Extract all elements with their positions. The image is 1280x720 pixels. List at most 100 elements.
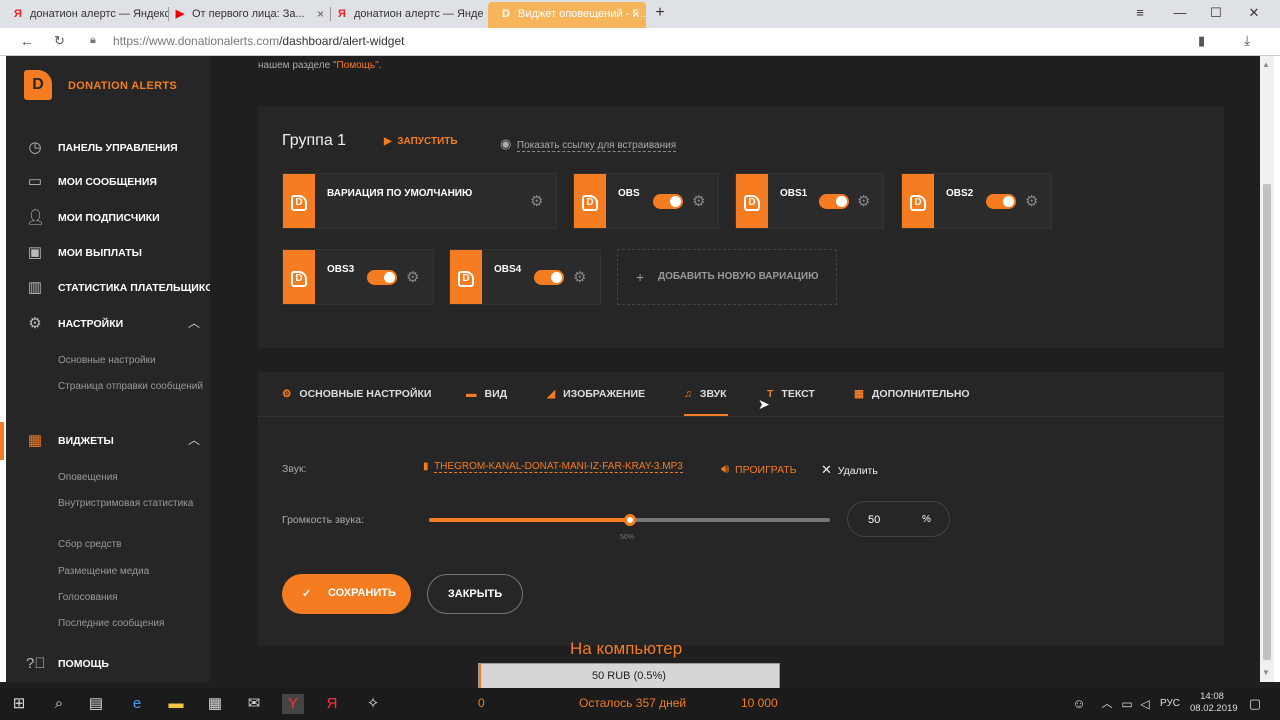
- film-icon: ▬: [466, 388, 477, 400]
- mail-icon[interactable]: ✉: [243, 694, 265, 714]
- search-icon[interactable]: ⌕: [48, 694, 70, 714]
- tab-image[interactable]: ◢ ИЗОБРАЖЕНИЕ: [547, 388, 645, 400]
- browser-tab[interactable]: Я донатион алертс — Яндекс: [0, 2, 168, 28]
- close-window-icon[interactable]: ✕: [1236, 0, 1272, 26]
- sidebar-subitem[interactable]: Основные настройки: [58, 353, 208, 368]
- yandex-icon[interactable]: Я: [321, 694, 343, 714]
- store-icon[interactable]: ▦: [204, 694, 226, 714]
- gear-icon[interactable]: ⚙: [692, 192, 705, 210]
- logo-icon: D: [24, 70, 52, 100]
- sidebar-subitem[interactable]: Последние сообщения: [58, 616, 208, 631]
- explorer-icon[interactable]: ▬: [165, 694, 187, 714]
- variation-card[interactable]: D OBS1 ⚙: [735, 173, 884, 229]
- edge-icon[interactable]: e: [126, 694, 148, 714]
- sidebar-item-payouts[interactable]: ▣ МОИ ВЫПЛАТЫ: [6, 240, 210, 266]
- scrollbar-thumb[interactable]: [1263, 184, 1271, 660]
- sidebar-item-help[interactable]: ?⃝ ПОМОЩЬ: [6, 651, 210, 677]
- sound-file-link[interactable]: ▮ THEGROM-KANAL-DONAT-MANI-IZ-FAR-KRAY-3…: [423, 461, 683, 473]
- download-icon[interactable]: ⤓: [1244, 32, 1250, 49]
- variation-card[interactable]: D OBS4 ⚙: [449, 249, 601, 305]
- sidebar-item-subscribers[interactable]: 👤︎ МОИ ПОДПИСЧИКИ: [6, 205, 210, 231]
- eye-icon: ◉: [500, 136, 512, 151]
- back-icon[interactable]: ←: [20, 33, 34, 49]
- sidebar-subitem[interactable]: Голосования: [58, 590, 208, 605]
- url-field[interactable]: https://www.donationalerts.com/dashboard…: [113, 34, 405, 48]
- embed-link-toggle[interactable]: ◉ Показать ссылку для встраивания: [500, 136, 677, 152]
- close-icon[interactable]: ×: [633, 2, 640, 26]
- wallet-icon: ▣: [27, 244, 43, 261]
- variation-card[interactable]: D ВАРИАЦИЯ ПО УМОЛЧАНИЮ ⚙: [282, 173, 557, 229]
- tab-basic-settings[interactable]: ⚙ ОСНОВНЫЕ НАСТРОЙКИ: [282, 388, 431, 400]
- bookmark-icon[interactable]: ▮: [1198, 33, 1205, 49]
- menu-icon[interactable]: ≡: [1122, 0, 1158, 26]
- sidebar-subitem[interactable]: Размещение медиа: [58, 564, 208, 579]
- gear-icon[interactable]: ⚙: [573, 268, 586, 286]
- tab-advanced[interactable]: ▦ ДОПОЛНИТЕЛЬНО: [854, 388, 970, 400]
- add-variation-button[interactable]: + ДОБАВИТЬ НОВУЮ ВАРИАЦИЮ: [617, 249, 837, 305]
- volume-input[interactable]: 50 %: [847, 501, 950, 537]
- browser-tab[interactable]: ▶ От первого лица: За... ×: [162, 2, 330, 28]
- browser-tab-active[interactable]: D Виджет оповещений - Г... ×: [488, 2, 646, 28]
- play-sound-button[interactable]: 🔊︎ ПРОИГРАТЬ: [721, 461, 797, 477]
- variation-badge-icon: D: [902, 174, 934, 228]
- tab-sound[interactable]: ♫ ЗВУК: [684, 388, 727, 400]
- help-link[interactable]: "Помощь": [333, 60, 379, 71]
- variation-toggle[interactable]: [367, 270, 397, 285]
- volume-slider-track[interactable]: [429, 514, 830, 526]
- sidebar: D DONATION ALERTS ◷ ПАНЕЛЬ УПРАВЛЕНИЯ ▭ …: [0, 56, 221, 682]
- tab-view[interactable]: ▬ ВИД: [466, 388, 507, 400]
- app-icon[interactable]: ✧: [362, 694, 384, 714]
- maximize-icon[interactable]: ☐: [1198, 0, 1234, 26]
- close-icon[interactable]: ×: [317, 2, 324, 26]
- volume-label: Громкость звука:: [282, 514, 364, 526]
- task-view-icon[interactable]: ▤: [85, 694, 107, 714]
- grid-icon: ▦: [854, 388, 864, 400]
- sidebar-item-settings[interactable]: ⚙ НАСТРОЙКИ ︿: [6, 311, 210, 337]
- reload-icon[interactable]: ↻: [54, 33, 65, 49]
- sidebar-item-payer-stats[interactable]: ▥ СТАТИСТИКА ПЛАТЕЛЬЩИКОВ: [6, 275, 221, 301]
- save-button[interactable]: ✓ СОХРАНИТЬ: [282, 574, 411, 614]
- new-tab-icon[interactable]: +: [648, 0, 672, 26]
- tab-text[interactable]: T ТЕКСТ: [767, 388, 815, 400]
- minimize-icon[interactable]: —: [1162, 0, 1198, 26]
- variation-card[interactable]: D OBS2 ⚙: [901, 173, 1052, 229]
- close-button[interactable]: ЗАКРЫТЬ: [427, 574, 523, 614]
- speaker-icon: 🔊︎: [721, 461, 730, 476]
- variation-card[interactable]: D OBS3 ⚙: [282, 249, 434, 305]
- sidebar-subitem[interactable]: Внутристримовая статистика: [58, 496, 208, 511]
- volume-slider-fill: [429, 518, 630, 522]
- youtube-icon: ▶: [175, 8, 185, 20]
- gear-icon[interactable]: ⚙: [857, 192, 870, 210]
- variation-card[interactable]: D OBS ⚙: [573, 173, 719, 229]
- help-icon: ?⃝: [26, 655, 46, 672]
- clock[interactable]: 14:08 08.02.2019: [1190, 691, 1238, 715]
- launch-button[interactable]: ▶ ЗАПУСТИТЬ: [384, 136, 458, 147]
- variation-toggle[interactable]: [653, 194, 683, 209]
- message-icon: ▭: [27, 173, 43, 190]
- people-icon[interactable]: ☺: [1068, 694, 1090, 714]
- variation-toggle[interactable]: [534, 270, 564, 285]
- notifications-icon[interactable]: ▢: [1244, 694, 1266, 714]
- tray-up-icon[interactable]: ︿: [1096, 694, 1118, 714]
- sidebar-subitem-alerts[interactable]: Оповещения: [58, 470, 208, 485]
- sidebar-item-messages[interactable]: ▭ МОИ СООБЩЕНИЯ: [6, 169, 210, 195]
- sidebar-subitem[interactable]: Страница отправки сообщений: [58, 379, 208, 394]
- variation-badge-icon: D: [450, 250, 482, 304]
- sidebar-subitem[interactable]: Сбор средств: [58, 537, 208, 552]
- browser-tab[interactable]: Я донатион алертс — Яндекс: [324, 2, 484, 28]
- volume-slider-handle[interactable]: [623, 514, 636, 526]
- scroll-up-icon[interactable]: ▲: [1262, 60, 1270, 69]
- volume-icon[interactable]: ◁: [1134, 694, 1156, 714]
- sidebar-item-dashboard[interactable]: ◷ ПАНЕЛЬ УПРАВЛЕНИЯ: [6, 135, 210, 161]
- variation-toggle[interactable]: [819, 194, 849, 209]
- language-indicator[interactable]: РУС: [1160, 698, 1180, 709]
- delete-sound-button[interactable]: ✕ Удалить: [821, 462, 878, 478]
- gear-icon[interactable]: ⚙: [406, 268, 419, 286]
- scroll-down-icon[interactable]: ▼: [1262, 668, 1270, 677]
- gear-icon[interactable]: ⚙: [1025, 192, 1038, 210]
- variation-toggle[interactable]: [986, 194, 1016, 209]
- sidebar-item-widgets[interactable]: ▦ ВИДЖЕТЫ ︿: [0, 422, 210, 460]
- windows-start-icon[interactable]: ⊞: [8, 694, 30, 714]
- yandex-browser-icon[interactable]: Y: [282, 694, 304, 714]
- gear-icon[interactable]: ⚙: [530, 192, 543, 210]
